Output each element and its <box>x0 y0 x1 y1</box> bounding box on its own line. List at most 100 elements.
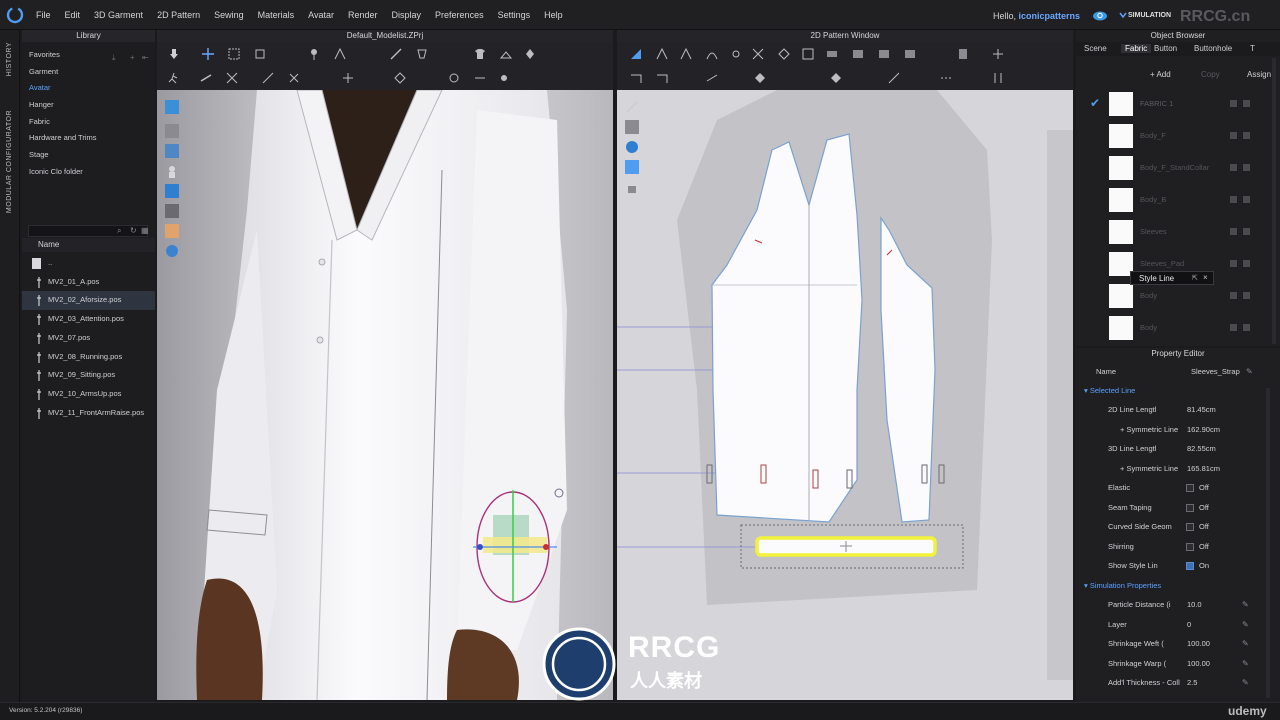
category-fabric[interactable]: Fabric <box>22 114 155 131</box>
fabric-item[interactable]: Body_F <box>1076 120 1276 152</box>
fabric-delete-icon[interactable] <box>1243 260 1250 267</box>
segment-sewing-icon[interactable] <box>991 47 1005 61</box>
simulation-mode-label[interactable]: SIMULATION <box>1128 12 1171 19</box>
texture-icon[interactable] <box>165 144 179 158</box>
shirring-checkbox[interactable] <box>1186 542 1194 551</box>
file-row[interactable]: MV2_03_Attention.pos <box>22 310 155 329</box>
2d-pattern-window[interactable]: 2D Pattern Window <box>617 30 1073 700</box>
curved-side-checkbox[interactable] <box>1186 523 1194 531</box>
tab-buttonhole[interactable]: Buttonhole <box>1194 44 1232 53</box>
menu-help[interactable]: Help <box>544 10 563 20</box>
polygon-icon[interactable] <box>777 47 791 61</box>
info-icon[interactable] <box>625 140 639 154</box>
tab-button[interactable]: Button <box>1154 44 1177 53</box>
move-icon[interactable] <box>201 47 215 61</box>
layer-icon[interactable] <box>625 120 639 134</box>
dart-icon[interactable] <box>877 47 891 61</box>
pin-tooltip-icon[interactable]: ⇱ <box>1192 274 1198 282</box>
file-row-selected[interactable]: MV2_02_Aforsize.pos <box>22 291 155 311</box>
topstitch-icon[interactable] <box>705 71 719 85</box>
measure-icon[interactable] <box>261 71 275 85</box>
username-link[interactable]: iconicpatterns <box>1019 11 1081 21</box>
file-row[interactable]: MV2_10_ArmsUp.pos <box>22 385 155 404</box>
tab-fabric[interactable]: Fabric <box>1121 44 1152 53</box>
file-row[interactable]: .. <box>22 254 155 273</box>
elastic-checkbox[interactable] <box>1186 484 1194 492</box>
category-hanger[interactable]: Hanger <box>22 97 155 114</box>
diamond-icon[interactable] <box>393 71 407 85</box>
seam-icon[interactable] <box>389 47 403 61</box>
display-garment-icon[interactable] <box>165 124 179 138</box>
menu-sewing[interactable]: Sewing <box>214 10 244 20</box>
file-row[interactable]: MV2_07.pos <box>22 329 155 348</box>
edit-point-icon[interactable] <box>655 47 669 61</box>
menu-2d-pattern[interactable]: 2D Pattern <box>157 10 200 20</box>
copy-fabric-button[interactable]: Copy <box>1201 70 1220 79</box>
file-row[interactable]: MV2_11_FrontArmRaise.pos <box>22 404 155 423</box>
fabric-edit-icon[interactable] <box>1230 132 1237 139</box>
display-avatar-icon[interactable] <box>165 100 179 114</box>
tape-icon[interactable] <box>199 71 213 85</box>
button-tool-icon[interactable] <box>523 47 537 61</box>
ellipse-icon[interactable] <box>851 47 865 61</box>
3d-scene[interactable] <box>157 90 613 700</box>
pen-icon[interactable] <box>625 100 639 114</box>
menu-settings[interactable]: Settings <box>498 10 531 20</box>
pencil-icon[interactable]: ✎ <box>1242 678 1249 687</box>
internal-polygon-icon[interactable] <box>801 47 815 61</box>
hanger-icon[interactable] <box>499 47 513 61</box>
seam-taping-checkbox[interactable] <box>1186 503 1194 512</box>
circle-tool-icon[interactable] <box>447 71 461 85</box>
pin-icon[interactable] <box>307 47 321 61</box>
menu-preferences[interactable]: Preferences <box>435 10 484 20</box>
texture-2d-icon[interactable] <box>625 160 639 174</box>
fold-icon[interactable] <box>333 47 347 61</box>
fabric-item[interactable]: Body_B <box>1076 184 1276 216</box>
particle-distance-input[interactable]: 10.0 <box>1187 600 1202 609</box>
transform-pattern-icon[interactable] <box>629 47 643 61</box>
target-icon[interactable] <box>497 71 511 85</box>
show-style-line-checkbox[interactable] <box>1186 562 1194 570</box>
cloud-icon[interactable] <box>1092 9 1108 21</box>
rename-pencil-icon[interactable]: ✎ <box>1246 367 1253 376</box>
pencil-icon[interactable]: ✎ <box>1242 600 1249 609</box>
fabric-edit-icon[interactable] <box>1230 100 1237 107</box>
object-browser-scrollbar[interactable] <box>1272 58 1276 344</box>
download-icon[interactable]: ⤓ <box>112 53 116 63</box>
fabric-item[interactable]: ✔ FABRIC 1 <box>1076 88 1276 120</box>
pencil-icon[interactable]: ✎ <box>1242 620 1249 629</box>
3d-viewport[interactable]: Default_Modelist.ZPrj <box>157 30 613 700</box>
grid-icon[interactable] <box>829 71 843 85</box>
add-fabric-button[interactable]: + Add <box>1150 70 1171 79</box>
rectangle-icon[interactable] <box>825 47 839 61</box>
ruler-icon[interactable] <box>991 71 1005 85</box>
line-tool-icon[interactable] <box>473 71 487 85</box>
stitch-icon[interactable] <box>225 71 239 85</box>
fabric-edit-icon[interactable] <box>1230 324 1237 331</box>
assign-fabric-button[interactable]: Assign <box>1247 70 1271 79</box>
menu-edit[interactable]: Edit <box>65 10 81 20</box>
notch-icon[interactable] <box>957 47 971 61</box>
fabric-display-icon[interactable] <box>165 184 179 198</box>
skin-icon[interactable] <box>165 224 179 238</box>
fabric-edit-icon[interactable] <box>1230 164 1237 171</box>
category-garment[interactable]: Garment <box>22 64 155 81</box>
run-icon[interactable] <box>167 71 181 85</box>
file-row[interactable]: MV2_09_Sitting.pos <box>22 366 155 385</box>
select-box-icon[interactable] <box>227 47 241 61</box>
globe-icon[interactable] <box>165 244 179 258</box>
category-hardware[interactable]: Hardware and Trims <box>22 130 155 147</box>
fabric-edit-icon[interactable] <box>1230 228 1237 235</box>
cross-icon[interactable] <box>287 71 301 85</box>
trace-icon[interactable] <box>903 47 917 61</box>
tab-scene[interactable]: Scene <box>1084 44 1107 53</box>
fabric-edit-icon[interactable] <box>1230 260 1237 267</box>
grain-icon[interactable] <box>629 71 643 85</box>
cut-icon[interactable] <box>751 47 765 61</box>
transform-icon[interactable] <box>253 47 267 61</box>
fabric-edit-icon[interactable] <box>1230 292 1237 299</box>
fabric-delete-icon[interactable] <box>1243 100 1250 107</box>
avatar-icon[interactable] <box>165 164 179 178</box>
menu-avatar[interactable]: Avatar <box>308 10 334 20</box>
back-icon[interactable]: ⇤ <box>142 53 149 62</box>
